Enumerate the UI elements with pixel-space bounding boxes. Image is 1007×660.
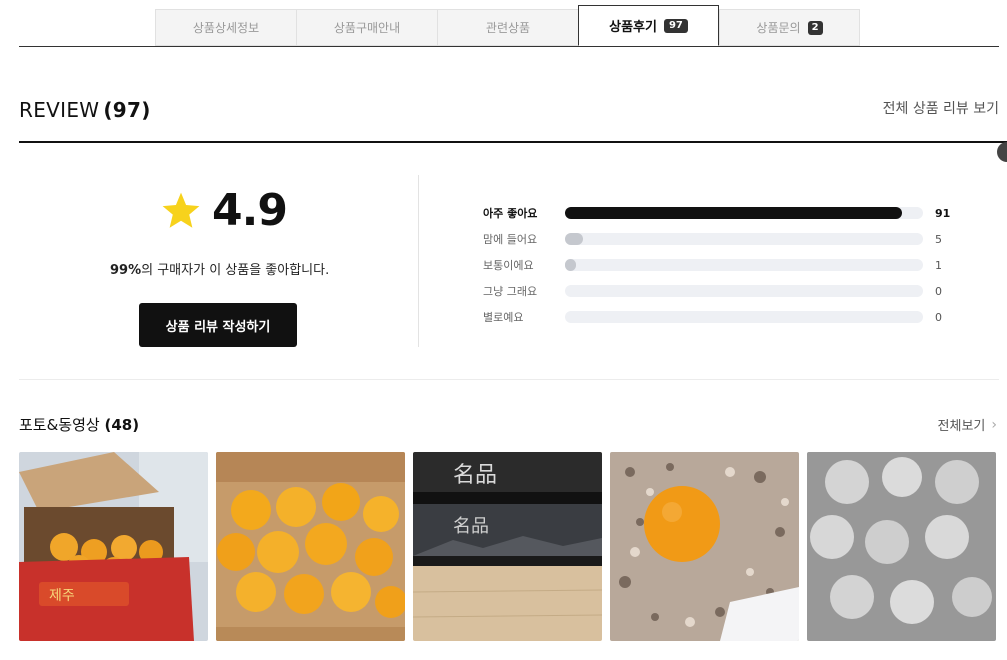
review-photo[interactable] (610, 452, 799, 641)
tab-product-detail[interactable]: 상품상세정보 (155, 9, 296, 46)
chevron-right-icon: › (991, 416, 997, 433)
rating-bar (565, 311, 923, 323)
review-photo[interactable]: 名品 名品 (413, 452, 602, 641)
rating-row: 맘에 들어요 5 (483, 226, 950, 252)
average-score: 4.9 (160, 185, 288, 236)
satisfaction-text: 99%의 구매자가 이 상품을 좋아합니다. (110, 259, 329, 278)
write-review-button[interactable]: 상품 리뷰 작성하기 (139, 303, 297, 347)
rating-row: 보통이에요 1 (483, 252, 950, 278)
rating-count: 0 (935, 284, 942, 298)
score-value: 4.9 (212, 185, 288, 236)
rating-label: 보통이에요 (483, 259, 534, 272)
rating-bar (565, 207, 923, 219)
tab-related-products[interactable]: 관련상품 (437, 9, 578, 46)
svg-text:名品: 名品 (453, 463, 497, 488)
rating-bar (565, 233, 923, 245)
rating-row: 아주 좋아요 91 (483, 200, 950, 226)
section-divider (19, 379, 999, 380)
rating-bar-fill (565, 259, 576, 271)
review-photo[interactable] (216, 452, 405, 641)
svg-text:제주: 제주 (49, 588, 75, 604)
tab-reviews[interactable]: 상품후기 97 (578, 5, 719, 46)
satisfaction-message: 의 구매자가 이 상품을 좋아합니다. (141, 263, 330, 278)
tab-label: 상품문의 (756, 21, 801, 35)
vertical-divider (418, 175, 419, 347)
satisfaction-percent: 99% (110, 263, 142, 278)
oranges-in-box-photo (216, 452, 405, 641)
rating-label: 그냥 그래요 (483, 285, 538, 298)
rating-label: 맘에 들어요 (483, 233, 538, 246)
tab-label: 관련상품 (485, 21, 531, 35)
orange-box-photo: 제주 (19, 452, 208, 641)
rating-distribution: 아주 좋아요 91 맘에 들어요 5 보통이에요 1 그냥 그래요 0 별로예요… (483, 200, 950, 330)
rating-count: 1 (935, 258, 942, 272)
review-count: (97) (103, 98, 151, 122)
tab-label: 상품구매안내 (333, 21, 401, 35)
rating-bar (565, 259, 923, 271)
single-orange-photo (610, 452, 799, 641)
rating-row: 그냥 그래요 0 (483, 278, 950, 304)
tab-label: 상품상세정보 (192, 21, 260, 35)
tab-bar: 상품상세정보 상품구매안내 관련상품 상품후기 97 상품문의 2 (155, 5, 860, 47)
rating-count: 0 (935, 310, 942, 324)
rating-label: 아주 좋아요 (483, 207, 538, 220)
review-photo[interactable]: 제주 (19, 452, 208, 641)
review-count-badge: 97 (663, 18, 688, 33)
rating-row: 별로예요 0 (483, 304, 950, 330)
view-all-label: 전체보기 (937, 419, 986, 434)
tab-inquiries[interactable]: 상품문의 2 (719, 9, 860, 46)
inquiry-count-badge: 2 (807, 20, 823, 35)
rating-label: 별로예요 (483, 311, 524, 324)
wrapped-oranges-photo (807, 452, 996, 641)
review-title: REVIEW (97) (19, 98, 151, 122)
tab-label: 상품후기 (609, 20, 657, 35)
rating-count: 91 (935, 206, 951, 220)
photo-section-label: 포토&동영상 (19, 416, 100, 434)
floating-button[interactable] (997, 142, 1007, 162)
review-photo[interactable] (807, 452, 996, 641)
all-reviews-link[interactable]: 전체 상품 리뷰 보기 (883, 98, 999, 118)
photo-gallery: 제주 名品 名品 (19, 452, 996, 641)
svg-text:名品: 名品 (453, 516, 489, 537)
photo-count: (48) (104, 416, 140, 434)
tab-purchase-guide[interactable]: 상품구매안내 (296, 9, 437, 46)
rating-bar-fill (565, 207, 902, 219)
rating-count: 5 (935, 232, 942, 246)
tab-divider (19, 46, 999, 47)
review-title-text: REVIEW (19, 98, 100, 122)
rating-bar-fill (565, 233, 583, 245)
view-all-photos-link[interactable]: 전체보기 › (937, 415, 997, 435)
product-box-lid-photo: 名品 名品 (413, 452, 602, 641)
star-icon (162, 192, 200, 228)
photo-section-title: 포토&동영상 (48) (19, 414, 139, 435)
rating-bar (565, 285, 923, 297)
section-divider (19, 141, 1007, 143)
